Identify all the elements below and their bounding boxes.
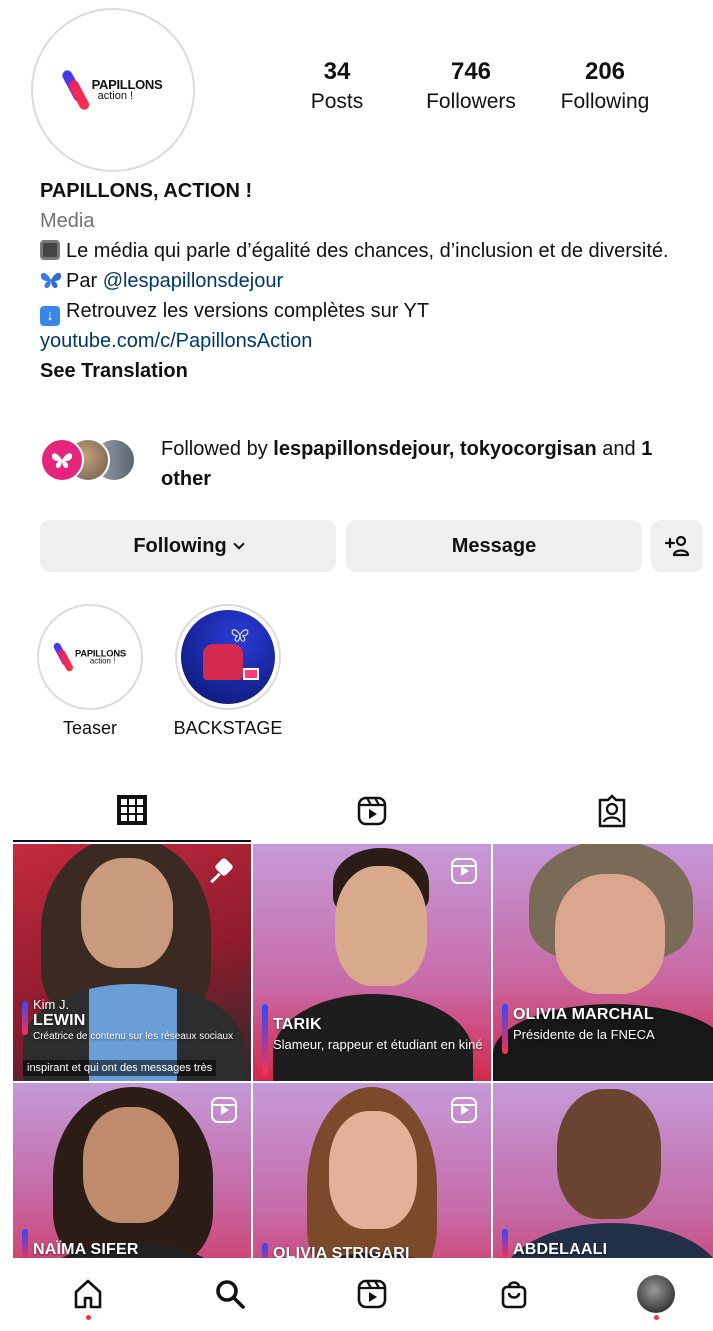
post-caption-line1: NAÏMA SIFER bbox=[33, 1241, 139, 1258]
home-notification-dot bbox=[85, 1315, 91, 1320]
nav-search[interactable] bbox=[200, 1266, 260, 1322]
see-translation-button[interactable]: See Translation bbox=[40, 356, 690, 386]
post-caption-line1: OLIVIA MARCHAL bbox=[513, 1006, 654, 1023]
shopping-bag-icon bbox=[501, 1281, 527, 1309]
highlight-logo-line2: action ! bbox=[89, 657, 116, 666]
followed-by-prefix: Followed by bbox=[161, 438, 274, 460]
add-user-button[interactable] bbox=[651, 520, 703, 572]
bio-line-2: Par @lespapillonsdejour bbox=[40, 266, 690, 296]
nav-profile[interactable] bbox=[626, 1266, 686, 1322]
tab-reels[interactable] bbox=[253, 780, 491, 842]
reel-icon bbox=[451, 1097, 477, 1123]
bio-mention-link[interactable]: @lespapillonsdejour bbox=[103, 270, 283, 292]
post-olivia-marchal[interactable]: OLIVIA MARCHAL Présidente de la FNECA bbox=[493, 844, 713, 1081]
stat-followers[interactable]: 746 Followers bbox=[406, 58, 536, 114]
followed-by-names: lespapillonsdejour, tokyocorgisan bbox=[273, 438, 597, 460]
profile-category: Media bbox=[40, 210, 95, 232]
stat-posts-label: Posts bbox=[310, 90, 364, 113]
bottom-nav bbox=[0, 1258, 713, 1331]
highlight-backstage-label: BACKSTAGE bbox=[173, 718, 283, 738]
stat-following[interactable]: 206 Following bbox=[540, 58, 670, 114]
butterfly-icon bbox=[51, 453, 73, 468]
add-person-icon bbox=[664, 535, 690, 557]
followed-by-and: and bbox=[596, 438, 642, 460]
search-icon bbox=[216, 1280, 245, 1309]
stat-followers-label: Followers bbox=[426, 90, 516, 113]
nav-shop[interactable] bbox=[484, 1266, 544, 1322]
highlight-backstage-cover bbox=[181, 610, 275, 704]
reels-icon bbox=[357, 796, 387, 826]
post-caption-line1: TARIK bbox=[273, 1016, 322, 1033]
post-caption-line2: Slameur, rappeur et étudiant en kiné bbox=[273, 1037, 483, 1052]
post-subtitle: inspirant et qui ont des messages très bbox=[23, 1060, 217, 1076]
stat-posts[interactable]: 34 Posts bbox=[272, 58, 402, 114]
profile-website-link[interactable]: youtube.com/c/PapillonsAction bbox=[40, 326, 690, 356]
follower-avatar-1 bbox=[40, 438, 84, 482]
post-caption-line2: LEWIN bbox=[33, 1012, 86, 1029]
profile-stats: 34 Posts 746 Followers 206 Following bbox=[0, 58, 713, 128]
highlight-backstage-ring bbox=[175, 604, 281, 710]
profile-notification-dot bbox=[653, 1315, 659, 1320]
profile-name: PAPILLONS, ACTION ! bbox=[40, 180, 253, 202]
reel-icon bbox=[211, 1097, 237, 1123]
post-caption-line1: ABDELAALI bbox=[513, 1241, 608, 1258]
stat-followers-value: 746 bbox=[450, 58, 492, 85]
highlight-teaser-ring: PAPILLONS action ! bbox=[37, 604, 143, 710]
tagged-icon bbox=[598, 794, 626, 828]
highlight-backstage[interactable]: BACKSTAGE bbox=[173, 604, 283, 739]
bio-line-1: Le média qui parle d’égalité des chances… bbox=[40, 236, 690, 266]
post-caption-line2: Présidente de la FNECA bbox=[513, 1027, 655, 1042]
highlight-teaser[interactable]: PAPILLONS action ! Teaser bbox=[35, 604, 145, 739]
bio-line-3: ↓ Retrouvez les versions complètes sur YT bbox=[40, 296, 690, 326]
following-button-label: Following bbox=[133, 534, 227, 557]
nav-home[interactable] bbox=[58, 1266, 118, 1322]
post-caption-line1: Kim J. bbox=[33, 997, 70, 1012]
bio-text-1: Le média qui parle d’égalité des chances… bbox=[66, 240, 669, 262]
stat-following-value: 206 bbox=[584, 58, 626, 85]
stat-following-label: Following bbox=[560, 90, 650, 113]
reel-icon bbox=[451, 858, 477, 884]
post-caption-line3: Créatrice de contenu sur les réseaux soc… bbox=[33, 1031, 234, 1042]
butterfly-icon bbox=[40, 269, 62, 289]
followed-by[interactable]: Followed by lespapillonsdejour, tokyocor… bbox=[40, 434, 700, 492]
post-tarik[interactable]: TARIK Slameur, rappeur et étudiant en ki… bbox=[253, 844, 491, 1081]
profile-tabs bbox=[13, 780, 713, 842]
bio-text-2: Par bbox=[66, 270, 103, 292]
tab-tagged[interactable] bbox=[493, 780, 713, 842]
chevron-down-icon bbox=[232, 537, 245, 550]
message-button-label: Message bbox=[451, 534, 537, 557]
post-kim-lewin[interactable]: Kim J. LEWIN Créatrice de contenu sur le… bbox=[13, 844, 251, 1081]
profile-avatar-small bbox=[637, 1275, 675, 1313]
grid-icon bbox=[117, 795, 147, 825]
stat-posts-value: 34 bbox=[323, 58, 351, 85]
pinned-icon bbox=[210, 857, 235, 884]
butterfly-icon bbox=[231, 629, 249, 642]
nav-reels[interactable] bbox=[342, 1266, 402, 1322]
highlight-teaser-cover: PAPILLONS action ! bbox=[43, 610, 137, 704]
bio-text-3: Retrouvez les versions complètes sur YT bbox=[66, 300, 430, 322]
home-icon bbox=[74, 1279, 102, 1309]
down-arrow-icon: ↓ bbox=[40, 306, 60, 326]
reels-icon bbox=[357, 1279, 387, 1309]
papillons-logo: PAPILLONS action ! bbox=[52, 640, 126, 673]
followed-by-text: Followed by lespapillonsdejour, tokyocor… bbox=[161, 434, 701, 494]
following-button[interactable]: Following bbox=[40, 520, 336, 572]
tab-grid[interactable] bbox=[13, 780, 251, 842]
television-icon bbox=[40, 240, 60, 260]
highlight-teaser-label: Teaser bbox=[62, 718, 118, 738]
message-button[interactable]: Message bbox=[346, 520, 642, 572]
profile-bio: PAPILLONS, ACTION ! Media Le média qui p… bbox=[40, 176, 690, 386]
